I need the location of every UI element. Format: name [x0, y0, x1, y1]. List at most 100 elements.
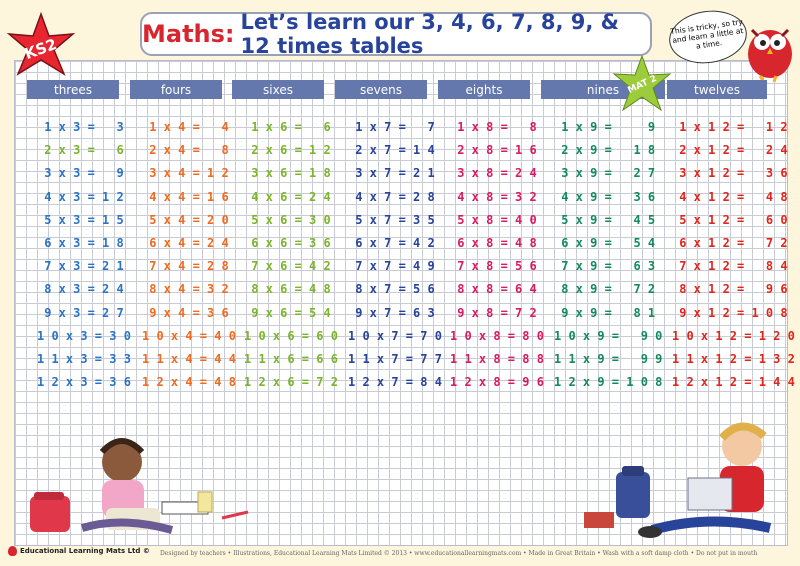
owl-logo-icon [8, 546, 17, 556]
table-row: 7 x 4 = 2 8 [142, 259, 229, 274]
table-row: 8 x 4 = 3 2 [142, 282, 229, 297]
table-row: 1 x 1 2 = 1 2 [672, 120, 788, 134]
table-row: 1 x 8 = 8 [450, 120, 537, 134]
table-row: 9 x 8 = 7 2 [450, 305, 537, 320]
table-row: 1 x 4 = 4 [142, 120, 229, 134]
mat-2-star-badge: MAT 2 [612, 54, 672, 112]
table-row: 4 x 4 = 1 6 [142, 189, 229, 204]
table-row: 8 x 9 = 7 2 [554, 282, 656, 297]
table-row: 6 x 8 = 4 8 [450, 236, 537, 250]
table-row: 1 0 x 7 = 7 0 [348, 328, 442, 343]
table-row: 1 x 3 = 3 [37, 120, 124, 134]
table-row: 5 x 4 = 2 0 [142, 212, 229, 227]
table-row: 3 x 8 = 2 4 [450, 166, 537, 181]
table-row: 8 x 6 = 4 8 [244, 282, 331, 297]
table-row: 3 x 7 = 2 1 [348, 166, 435, 181]
table-row: 1 0 x 1 2 = 1 2 0 [672, 328, 795, 343]
table-row: 7 x 3 = 2 1 [37, 259, 124, 274]
brand-name: Educational Learning Mats Ltd © [20, 547, 150, 555]
table-row: 1 1 x 9 = 9 9 [554, 352, 663, 366]
table-row: 9 x 3 = 2 7 [37, 305, 124, 320]
table-row: 6 x 3 = 1 8 [37, 236, 124, 250]
times-tables-mat: KS2 Maths: Let’s learn our 3, 4, 6, 7, 8… [0, 0, 800, 566]
header-twelves: twelves [667, 80, 767, 99]
table-row: 9 x 6 = 5 4 [244, 305, 331, 320]
table-row: 3 x 6 = 1 8 [244, 166, 331, 181]
table-row: 7 x 1 2 = 8 4 [672, 259, 788, 274]
table-row: 2 x 1 2 = 2 4 [672, 143, 788, 158]
table-row: 6 x 9 = 5 4 [554, 236, 656, 250]
table-row: 5 x 8 = 4 0 [450, 212, 537, 227]
girl-reading-illustration [30, 438, 249, 534]
table-row: 1 1 x 3 = 3 3 [37, 352, 131, 366]
table-row: 7 x 8 = 5 6 [450, 259, 537, 274]
table-row: 3 x 4 = 1 2 [142, 166, 229, 181]
boy-laptop-illustration [584, 422, 772, 538]
table-row: 5 x 9 = 4 5 [554, 212, 656, 227]
table-row: 5 x 6 = 3 0 [244, 212, 331, 227]
table-row: 1 2 x 8 = 9 6 [450, 375, 544, 390]
table-row: 4 x 8 = 3 2 [450, 189, 537, 204]
table-row: 7 x 6 = 4 2 [244, 259, 331, 274]
table-row: 6 x 1 2 = 7 2 [672, 236, 788, 250]
table-row: 2 x 9 = 1 8 [554, 143, 656, 158]
table-row: 1 x 6 = 6 [244, 120, 331, 134]
table-row: 9 x 1 2 = 1 0 8 [672, 305, 788, 320]
table-row: 1 2 x 4 = 4 8 [142, 375, 236, 390]
table-row: 1 2 x 3 = 3 6 [37, 375, 131, 390]
table-row: 1 x 9 = 9 [554, 120, 656, 134]
ks2-star-badge: KS2 [6, 12, 76, 76]
brand-logo: Educational Learning Mats Ltd © [8, 546, 150, 556]
table-row: 2 x 8 = 1 6 [450, 143, 537, 158]
table-row: 1 1 x 1 2 = 1 3 2 [672, 352, 795, 366]
table-row: 1 0 x 6 = 6 0 [244, 328, 338, 343]
header-threes: threes [27, 80, 119, 99]
table-row: 1 0 x 8 = 8 0 [450, 328, 544, 343]
table-row: 8 x 7 = 5 6 [348, 282, 435, 297]
title-banner: Maths: Let’s learn our 3, 4, 6, 7, 8, 9,… [140, 10, 652, 58]
table-row: 2 x 7 = 1 4 [348, 143, 435, 158]
table-row: 1 1 x 8 = 8 8 [450, 352, 544, 366]
table-row: 1 x 7 = 7 [348, 120, 435, 134]
owl-speech-text: This is tricky, so try and learn a littl… [669, 17, 744, 51]
table-row: 8 x 3 = 2 4 [37, 282, 124, 297]
table-row: 6 x 6 = 3 6 [244, 236, 331, 250]
table-row: 5 x 3 = 1 5 [37, 212, 124, 227]
table-row: 1 1 x 6 = 6 6 [244, 352, 338, 366]
table-row: 1 2 x 6 = 7 2 [244, 375, 338, 390]
table-row: 2 x 4 = 8 [142, 143, 229, 158]
table-row: 9 x 4 = 3 6 [142, 305, 229, 320]
table-row: 1 0 x 3 = 3 0 [37, 328, 131, 343]
table-row: 4 x 7 = 2 8 [348, 189, 435, 204]
table-row: 1 0 x 4 = 4 0 [142, 328, 236, 343]
column-headers: threes fours sixes sevens eights nines t… [0, 80, 800, 100]
table-row: 4 x 6 = 2 4 [244, 189, 331, 204]
owl-icon [748, 28, 792, 82]
header-sevens: sevens [335, 80, 427, 99]
table-row: 5 x 7 = 3 5 [348, 212, 435, 227]
table-row: 1 0 x 9 = 9 0 [554, 328, 663, 343]
table-row: 6 x 4 = 2 4 [142, 236, 229, 250]
table-row: 2 x 3 = 6 [37, 143, 124, 158]
table-row: 6 x 7 = 4 2 [348, 236, 435, 250]
header-eights: eights [438, 80, 530, 99]
table-row: 5 x 1 2 = 6 0 [672, 212, 788, 227]
table-row: 3 x 1 2 = 3 6 [672, 166, 788, 181]
table-row: 8 x 1 2 = 9 6 [672, 282, 788, 297]
table-row: 1 1 x 7 = 7 7 [348, 352, 442, 366]
table-row: 2 x 6 = 1 2 [244, 143, 331, 158]
table-row: 4 x 3 = 1 2 [37, 189, 124, 204]
table-row: 1 2 x 9 = 1 0 8 [554, 375, 663, 390]
header-fours: fours [130, 80, 222, 99]
table-row: 1 2 x 7 = 8 4 [348, 375, 442, 390]
footer-credits: Designed by teachers • Illustrations, Ed… [160, 550, 758, 557]
table-row: 9 x 9 = 8 1 [554, 305, 656, 320]
table-row: 4 x 1 2 = 4 8 [672, 189, 788, 204]
table-row: 7 x 7 = 4 9 [348, 259, 435, 274]
table-row: 9 x 7 = 6 3 [348, 305, 435, 320]
title-text: Let’s learn our 3, 4, 6, 7, 8, 9, & 12 t… [240, 10, 619, 58]
table-row: 1 2 x 1 2 = 1 4 4 [672, 375, 795, 390]
table-row: 3 x 3 = 9 [37, 166, 124, 181]
table-row: 8 x 8 = 6 4 [450, 282, 537, 297]
table-row: 4 x 9 = 3 6 [554, 189, 656, 204]
